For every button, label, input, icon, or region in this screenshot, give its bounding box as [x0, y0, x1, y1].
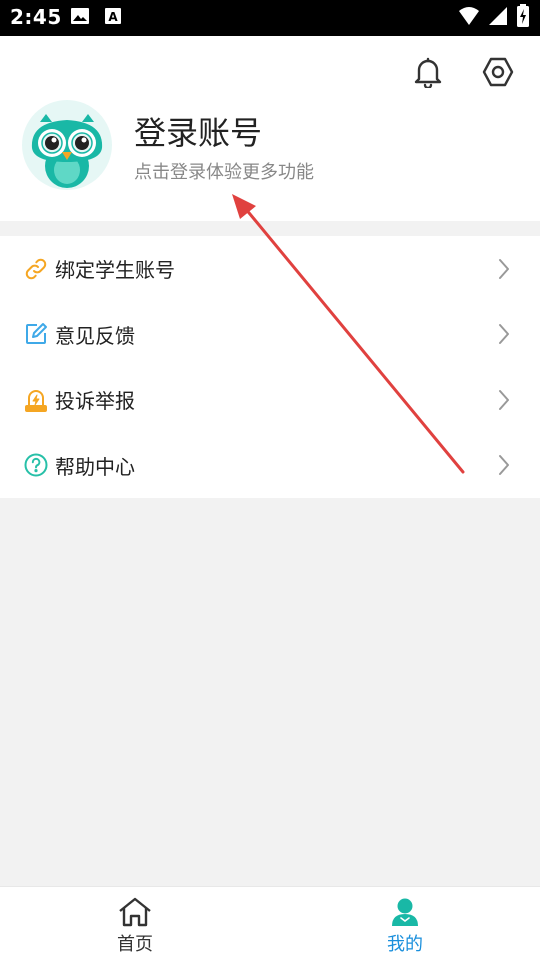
status-right-icons	[458, 4, 530, 32]
status-bar: 2:45 A	[0, 0, 540, 36]
menu-item-help[interactable]: 帮助中心	[0, 433, 540, 499]
menu-list: 绑定学生账号 意见反馈 投诉举报 帮助中心	[0, 236, 540, 498]
nav-label: 首页	[117, 934, 153, 955]
help-icon	[24, 453, 48, 477]
edit-icon	[24, 322, 48, 346]
menu-item-bind-student[interactable]: 绑定学生账号	[0, 236, 540, 302]
menu-item-label: 绑定学生账号	[55, 258, 175, 283]
settings-hexagon-icon[interactable]	[480, 54, 516, 90]
login-subtitle[interactable]: 点击登录体验更多功能	[134, 158, 314, 184]
menu-item-feedback[interactable]: 意见反馈	[0, 302, 540, 368]
link-icon	[24, 257, 48, 281]
menu-item-label: 帮助中心	[55, 454, 135, 479]
chevron-right-icon	[496, 257, 512, 281]
status-time: 2:45	[10, 5, 62, 29]
chevron-right-icon	[496, 453, 512, 477]
person-icon	[388, 897, 422, 927]
chevron-right-icon	[496, 322, 512, 346]
nav-item-mine[interactable]: 我的	[270, 887, 540, 960]
login-title[interactable]: 登录账号	[134, 108, 262, 154]
chevron-right-icon	[496, 388, 512, 412]
home-icon	[118, 897, 152, 927]
svg-text:A: A	[108, 10, 118, 24]
menu-item-report[interactable]: 投诉举报	[0, 367, 540, 433]
battery-charging-icon	[516, 4, 530, 32]
bell-icon[interactable]	[410, 54, 446, 90]
nav-label: 我的	[387, 934, 423, 955]
menu-item-label: 意见反馈	[55, 323, 135, 348]
text-notification-icon: A	[104, 7, 122, 29]
header-icons	[410, 54, 516, 90]
owl-avatar-icon[interactable]	[22, 100, 112, 190]
wifi-icon	[458, 6, 480, 30]
status-left-icons: A	[70, 8, 122, 28]
profile-section: 登录账号 点击登录体验更多功能	[0, 36, 540, 221]
bottom-nav: 首页 我的	[0, 886, 540, 960]
signal-icon	[488, 6, 508, 30]
image-icon	[70, 7, 90, 29]
menu-item-label: 投诉举报	[55, 389, 135, 414]
report-icon	[24, 388, 48, 412]
nav-item-home[interactable]: 首页	[0, 887, 270, 960]
